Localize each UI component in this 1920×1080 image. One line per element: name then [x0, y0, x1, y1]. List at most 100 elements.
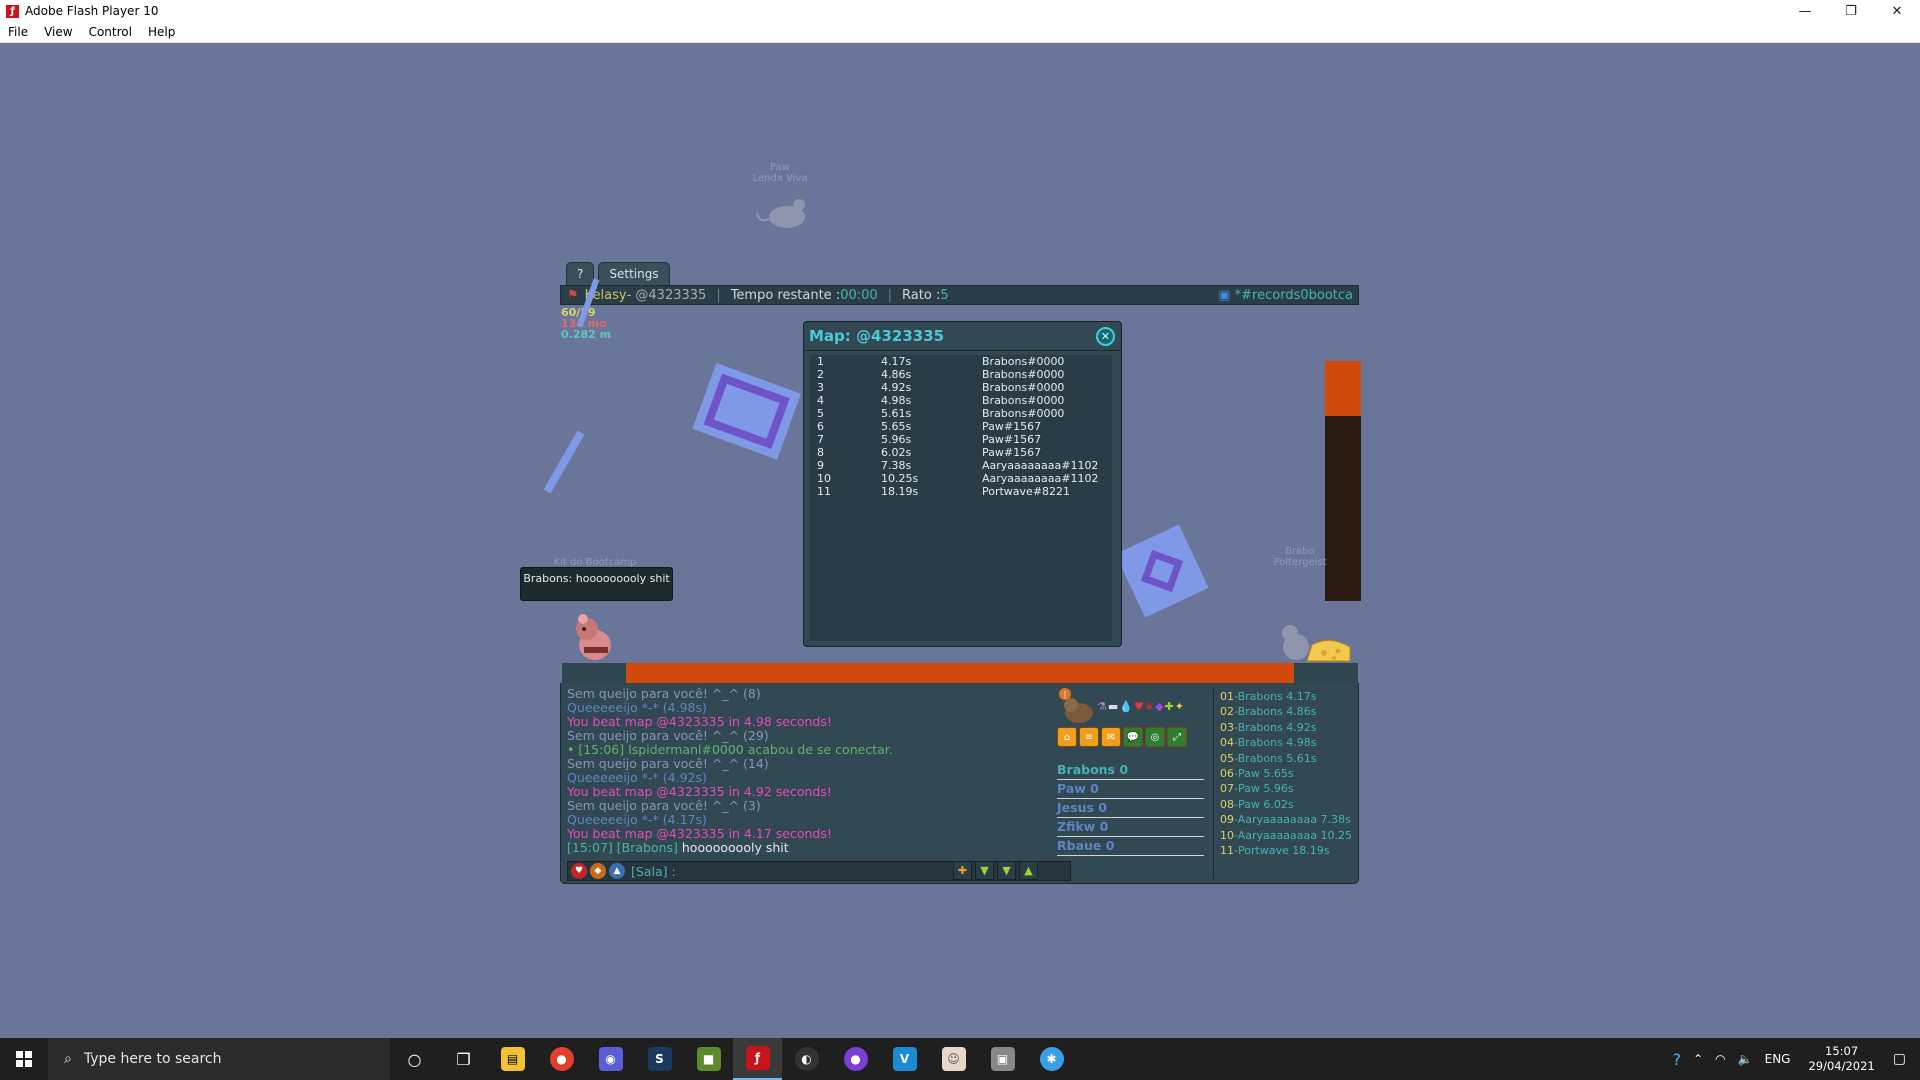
file-explorer-icon[interactable]: ▤: [488, 1038, 537, 1080]
table-row: 10 10.25s Aaryaaaaaaaa#1102: [810, 472, 1112, 485]
avatar[interactable]: !: [1057, 687, 1097, 725]
start-button[interactable]: [0, 1038, 48, 1080]
volume-icon[interactable]: 🔈: [1738, 1052, 1753, 1066]
discord-icon[interactable]: ◎: [1145, 727, 1165, 747]
menu-control[interactable]: Control: [81, 25, 140, 39]
list-item: 05-Brabons 5.61s: [1220, 751, 1358, 766]
arrow-down-button[interactable]: ▼: [975, 861, 994, 880]
app-icon-image[interactable]: ☺: [929, 1038, 978, 1080]
app-icon-blue-circle[interactable]: ✱: [1027, 1038, 1076, 1080]
task-view-icon[interactable]: ❐: [439, 1038, 488, 1080]
arrow-down-alt-button[interactable]: ▼: [997, 861, 1016, 880]
ghost-player-name: Paw: [770, 162, 790, 173]
restore-button[interactable]: ❐: [1828, 0, 1874, 22]
mice-label: Rato :: [902, 287, 941, 303]
floor-right: [1294, 663, 1358, 683]
list-item: 04-Brabons 4.98s: [1220, 735, 1358, 750]
list-item[interactable]: Jesus 0: [1057, 799, 1204, 818]
wing-icon[interactable]: ❦: [1145, 700, 1154, 713]
taskbar-search[interactable]: ⌕ Type here to search: [48, 1038, 390, 1080]
drop-icon[interactable]: 💧: [1119, 700, 1133, 713]
app-icon-mouse[interactable]: ▣: [978, 1038, 1027, 1080]
minimize-button[interactable]: —: [1782, 0, 1828, 22]
record-player: Paw#1567: [982, 420, 1042, 433]
record-player: Brabons#0000: [982, 394, 1065, 407]
table-row: 2 4.86s Brabons#0000: [810, 368, 1112, 381]
ghost-mouse-top: [756, 199, 805, 228]
map-dialog-close-button[interactable]: ✕: [1096, 327, 1115, 346]
language-indicator[interactable]: ENG: [1765, 1052, 1791, 1066]
bottom-panel: Sem queijo para você! ^_^ (8) Queeeeeijo …: [560, 683, 1359, 884]
chat-bubble-icon[interactable]: 💬: [1123, 727, 1143, 747]
record-time: 6.02s: [881, 446, 912, 459]
menu-view[interactable]: View: [36, 25, 80, 39]
chat-message: Queeeeeijo *-* (4.98s): [567, 700, 707, 715]
clock-date: 29/04/2021: [1808, 1059, 1875, 1073]
ranking-position: 02: [1220, 705, 1234, 719]
chrome-icon[interactable]: ●: [537, 1038, 586, 1080]
flash-player-icon: ƒ: [6, 4, 19, 18]
record-player: Paw#1567: [982, 446, 1042, 459]
notification-icon[interactable]: ▢: [1893, 1051, 1906, 1067]
arrow-up-button[interactable]: ▲: [1019, 861, 1038, 880]
chevron-up-icon[interactable]: ⌃: [1693, 1052, 1703, 1066]
record-time: 4.92s: [881, 381, 912, 394]
map-code: - @4323335: [626, 287, 707, 303]
plus-button[interactable]: ✚: [953, 861, 972, 880]
heart-item-icon[interactable]: ♥: [1134, 700, 1144, 713]
hat-icon[interactable]: ▬: [1108, 700, 1118, 713]
record-rank: 8: [817, 446, 824, 459]
list-item[interactable]: Paw 0: [1057, 780, 1204, 799]
list-item: 03-Brabons 4.92s: [1220, 720, 1358, 735]
list-item: 10-Aaryaaaaaaaa 10.25: [1220, 828, 1358, 843]
windows-taskbar: ⌕ Type here to search ○ ❐ ▤ ● ◉ S ■ ƒ ◐ …: [0, 1038, 1920, 1080]
ghost-label-right: Brabo Poltergeist: [1260, 546, 1340, 568]
ranking-position: 01: [1220, 690, 1234, 703]
minecraft-icon[interactable]: ■: [684, 1038, 733, 1080]
list-item[interactable]: Rbaue 0: [1057, 837, 1204, 856]
ticket-icon[interactable]: ✉: [1101, 727, 1121, 747]
game-stage: Paw Lenda Viva ? Settings ⚑ Kelasy - @43…: [0, 43, 1920, 1038]
potion-icon[interactable]: ⚗: [1097, 700, 1107, 713]
ranking-position: 08: [1220, 797, 1234, 811]
close-button[interactable]: ✕: [1874, 0, 1920, 22]
map-records-table: 1 4.17s Brabons#0000 2 4.86s Brabons#0000 3 4.9…: [810, 355, 1112, 641]
menu-file[interactable]: File: [0, 25, 36, 39]
list-icon[interactable]: ≡: [1079, 727, 1099, 747]
record-time: 5.61s: [881, 407, 912, 420]
fullscreen-icon[interactable]: ⤢: [1167, 727, 1187, 747]
list-item[interactable]: Zfikw 0: [1057, 818, 1204, 837]
plus-item-icon[interactable]: ✚: [1165, 700, 1174, 713]
player-score: 0: [1099, 819, 1109, 834]
list-item[interactable]: Brabons 0: [1057, 761, 1204, 780]
clock[interactable]: 15:07 29/04/2021: [1808, 1044, 1874, 1074]
app-icon-v[interactable]: V: [880, 1038, 929, 1080]
cortana-icon[interactable]: ○: [390, 1038, 439, 1080]
house-icon[interactable]: ⌂: [1057, 727, 1077, 747]
tribe-icon[interactable]: ◆: [590, 863, 606, 879]
map-records-dialog: Map: @4323335 ✕ 1 4.17s Brabons#0000 2 4.86s…: [803, 321, 1122, 647]
chat-message: You beat map @4323335 in 4.98 seconds!: [567, 714, 832, 729]
ghost-right-title: Poltergeist: [1273, 557, 1327, 568]
heart-icon[interactable]: ♥: [571, 863, 587, 879]
chat-message: You beat map @4323335 in 4.92 seconds!: [567, 784, 832, 799]
shop-icon[interactable]: ▲: [609, 863, 625, 879]
obs-icon[interactable]: ◐: [782, 1038, 831, 1080]
player-name: Rbaue: [1057, 838, 1102, 853]
room-name[interactable]: ▣ *#records0bootca: [1218, 288, 1353, 303]
crystal-icon[interactable]: ◆: [1155, 700, 1163, 713]
list-item: 02-Brabons 4.86s: [1220, 704, 1358, 719]
search-icon: ⌕: [64, 1051, 72, 1067]
ranking-entry: -Brabons 4.92s: [1234, 720, 1317, 734]
steam-icon[interactable]: S: [635, 1038, 684, 1080]
table-row: 8 6.02s Paw#1567: [810, 446, 1112, 459]
wifi-icon[interactable]: ◠: [1715, 1052, 1725, 1066]
record-rank: 10: [817, 472, 831, 485]
menu-help[interactable]: Help: [140, 25, 183, 39]
help-tray-icon[interactable]: ?: [1673, 1050, 1682, 1069]
app-icon-purple[interactable]: ●: [831, 1038, 880, 1080]
star-icon[interactable]: ✦: [1175, 700, 1184, 713]
flash-player-taskbar-icon[interactable]: ƒ: [733, 1038, 782, 1080]
app-icon-discord-like[interactable]: ◉: [586, 1038, 635, 1080]
ranking-entry: -Paw 5.65s: [1234, 767, 1294, 781]
